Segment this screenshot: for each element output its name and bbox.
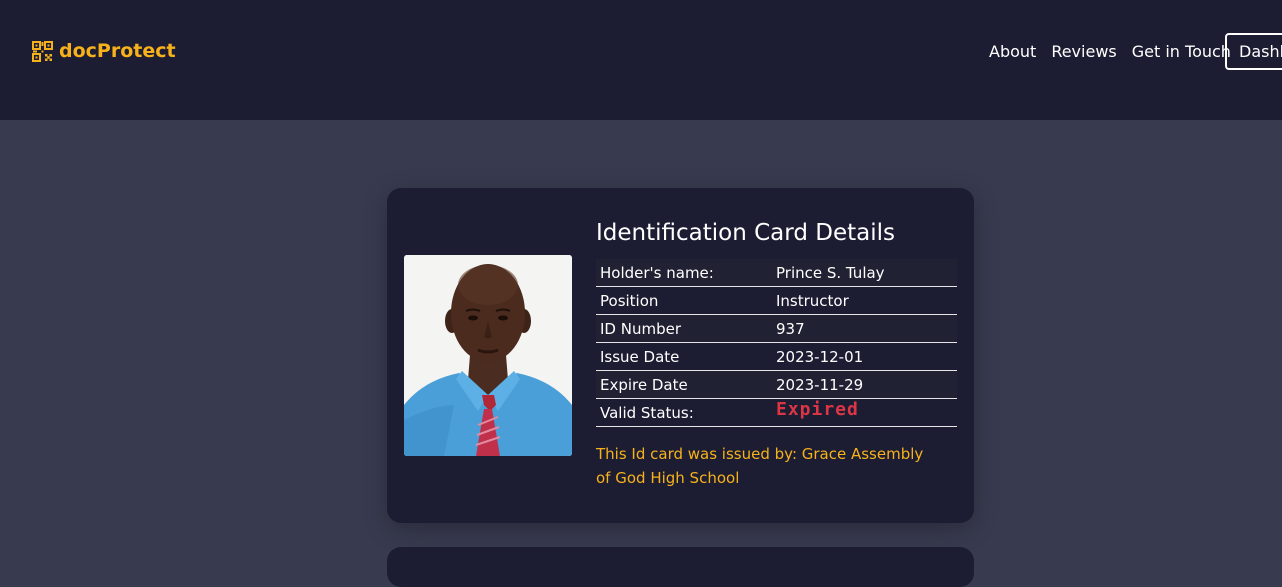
valid-status-label: Valid Status: <box>596 398 772 427</box>
card-title: Identification Card Details <box>596 220 895 246</box>
nav-link-about[interactable]: About <box>989 40 1036 64</box>
details-table: Holder's name: Prince S. Tulay Position … <box>596 259 957 427</box>
status-badge: Expired <box>776 399 859 420</box>
qr-code-icon <box>32 40 53 62</box>
navbar: docProtect About Reviews Get in Touch Da… <box>0 0 1282 120</box>
holder-name-value: Prince S. Tulay <box>772 259 957 287</box>
issue-date-value: 2023-12-01 <box>772 342 957 371</box>
table-row: Holder's name: Prince S. Tulay <box>596 259 957 287</box>
nav-link-reviews[interactable]: Reviews <box>1051 40 1116 64</box>
issue-date-label: Issue Date <box>596 342 772 371</box>
id-photo <box>404 255 572 456</box>
expire-date-label: Expire Date <box>596 370 772 399</box>
expire-date-value: 2023-11-29 <box>772 370 957 399</box>
table-row: ID Number 937 <box>596 314 957 343</box>
id-card-details: Identification Card Details Holder's nam… <box>387 188 974 523</box>
id-number-value: 937 <box>772 314 957 343</box>
table-row: Issue Date 2023-12-01 <box>596 342 957 371</box>
id-number-label: ID Number <box>596 314 772 343</box>
nav-links: About Reviews Get in Touch <box>989 40 1246 64</box>
table-row: Valid Status: Expired <box>596 398 957 427</box>
holder-portrait-image <box>404 255 572 456</box>
dashboard-button[interactable]: Dashb <box>1225 33 1282 70</box>
brand-link[interactable]: docProtect <box>32 40 176 62</box>
holder-name-label: Holder's name: <box>596 259 772 287</box>
nav-link-get-in-touch[interactable]: Get in Touch <box>1132 40 1231 64</box>
valid-status-cell: Expired <box>772 398 957 427</box>
brand-name: docProtect <box>59 40 176 62</box>
position-label: Position <box>596 286 772 315</box>
table-row: Position Instructor <box>596 286 957 315</box>
table-row: Expire Date 2023-11-29 <box>596 370 957 399</box>
next-card <box>387 547 974 587</box>
position-value: Instructor <box>772 286 957 315</box>
issuer-text: This Id card was issued by: Grace Assemb… <box>596 445 924 487</box>
